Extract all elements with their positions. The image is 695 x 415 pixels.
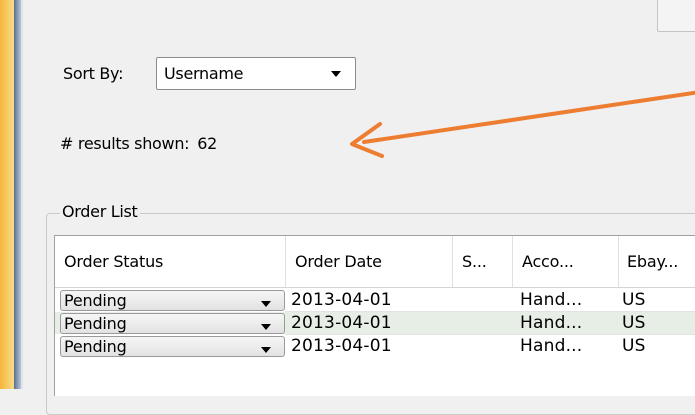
account-cell: Hand...: [520, 336, 583, 356]
column-header-ebay[interactable]: Ebay...: [619, 236, 695, 287]
sort-by-label: Sort By:: [63, 64, 124, 83]
results-label: # results shown:: [60, 134, 190, 153]
sort-by-value: Username: [164, 64, 244, 83]
order-status-value: Pending: [64, 291, 127, 310]
account-cell: Hand...: [520, 290, 583, 310]
order-status-dropdown[interactable]: Pending: [60, 290, 285, 311]
column-header-order-status[interactable]: Order Status: [55, 236, 286, 287]
column-header-order-date[interactable]: Order Date: [286, 236, 453, 287]
order-list-title: Order List: [60, 202, 140, 221]
ebay-cell: US: [622, 290, 646, 310]
order-date-cell: 2013-04-01: [291, 313, 392, 333]
order-status-value: Pending: [64, 337, 127, 356]
window-border-highlight: [21, 0, 23, 389]
ebay-cell: US: [622, 313, 646, 333]
results-count: 62: [197, 134, 218, 153]
sort-by-dropdown[interactable]: Username: [156, 57, 356, 90]
table-row[interactable]: Pending 2013-04-01 Hand... US: [55, 312, 695, 334]
chevron-down-icon: [261, 301, 271, 307]
top-right-panel: [657, 0, 695, 32]
order-status-value: Pending: [64, 314, 127, 333]
order-date-cell: 2013-04-01: [291, 336, 392, 356]
table-header: Order Status Order Date S... Acco... Eba…: [55, 236, 695, 288]
order-status-dropdown[interactable]: Pending: [60, 336, 285, 357]
chevron-down-icon: [261, 347, 271, 353]
account-cell: Hand...: [520, 313, 583, 333]
order-table[interactable]: Order Status Order Date S... Acco... Eba…: [54, 235, 695, 396]
order-status-dropdown[interactable]: Pending: [60, 313, 285, 334]
table-row[interactable]: Pending 2013-04-01 Hand... US: [55, 289, 695, 311]
window-frame-left: [0, 0, 14, 389]
chevron-down-icon: [331, 71, 341, 77]
table-row[interactable]: Pending 2013-04-01 Hand... US: [55, 335, 695, 357]
window-border: [14, 0, 21, 389]
results-count-text: # results shown: 62: [60, 134, 217, 153]
chevron-down-icon: [261, 324, 271, 330]
order-date-cell: 2013-04-01: [291, 290, 392, 310]
column-header-s[interactable]: S...: [453, 236, 513, 287]
column-header-account[interactable]: Acco...: [513, 236, 619, 287]
ebay-cell: US: [622, 336, 646, 356]
